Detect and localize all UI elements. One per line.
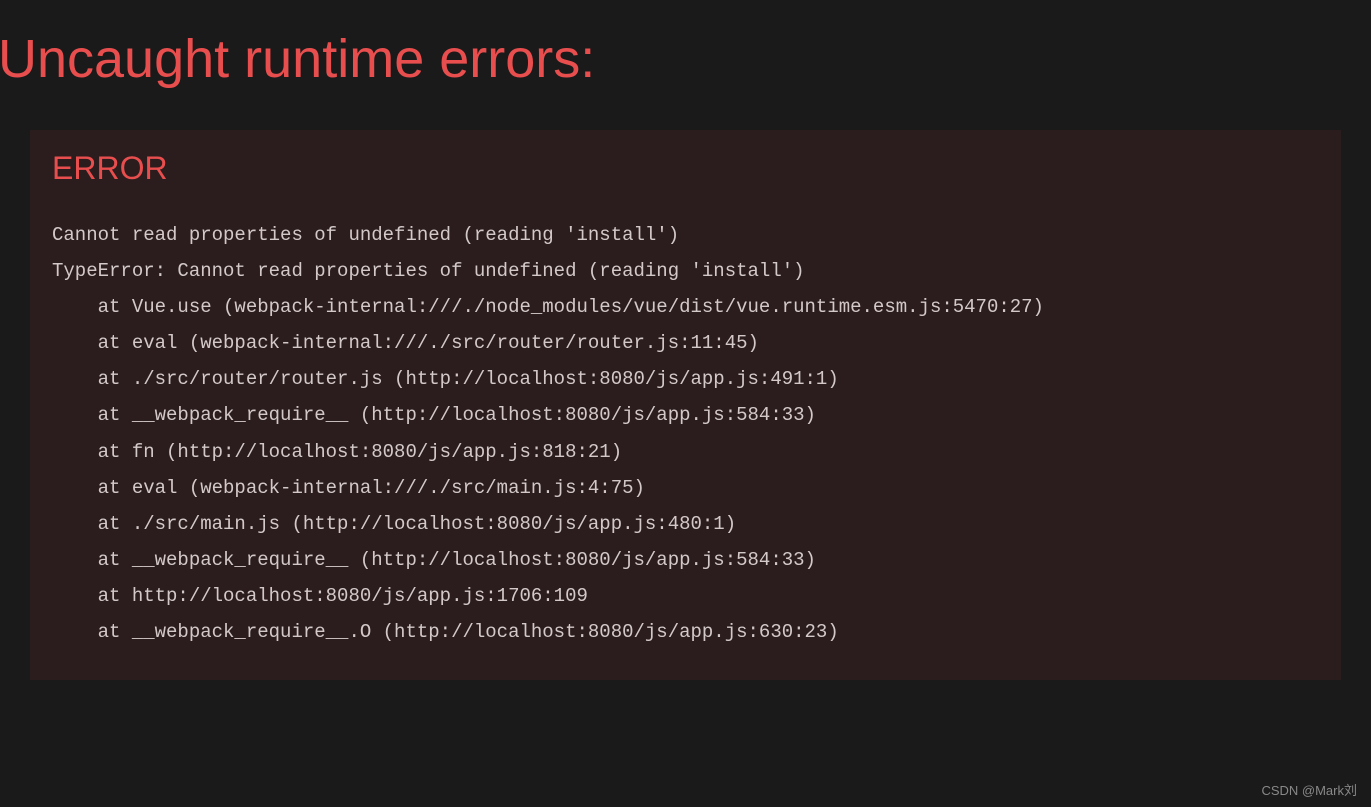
error-heading: ERROR [52, 150, 1319, 187]
error-panel: ERROR Cannot read properties of undefine… [30, 130, 1341, 680]
error-stack-trace: Cannot read properties of undefined (rea… [52, 217, 1319, 650]
watermark: CSDN @Mark刘 [1261, 780, 1357, 799]
page-title: Uncaught runtime errors: [0, 0, 1371, 90]
